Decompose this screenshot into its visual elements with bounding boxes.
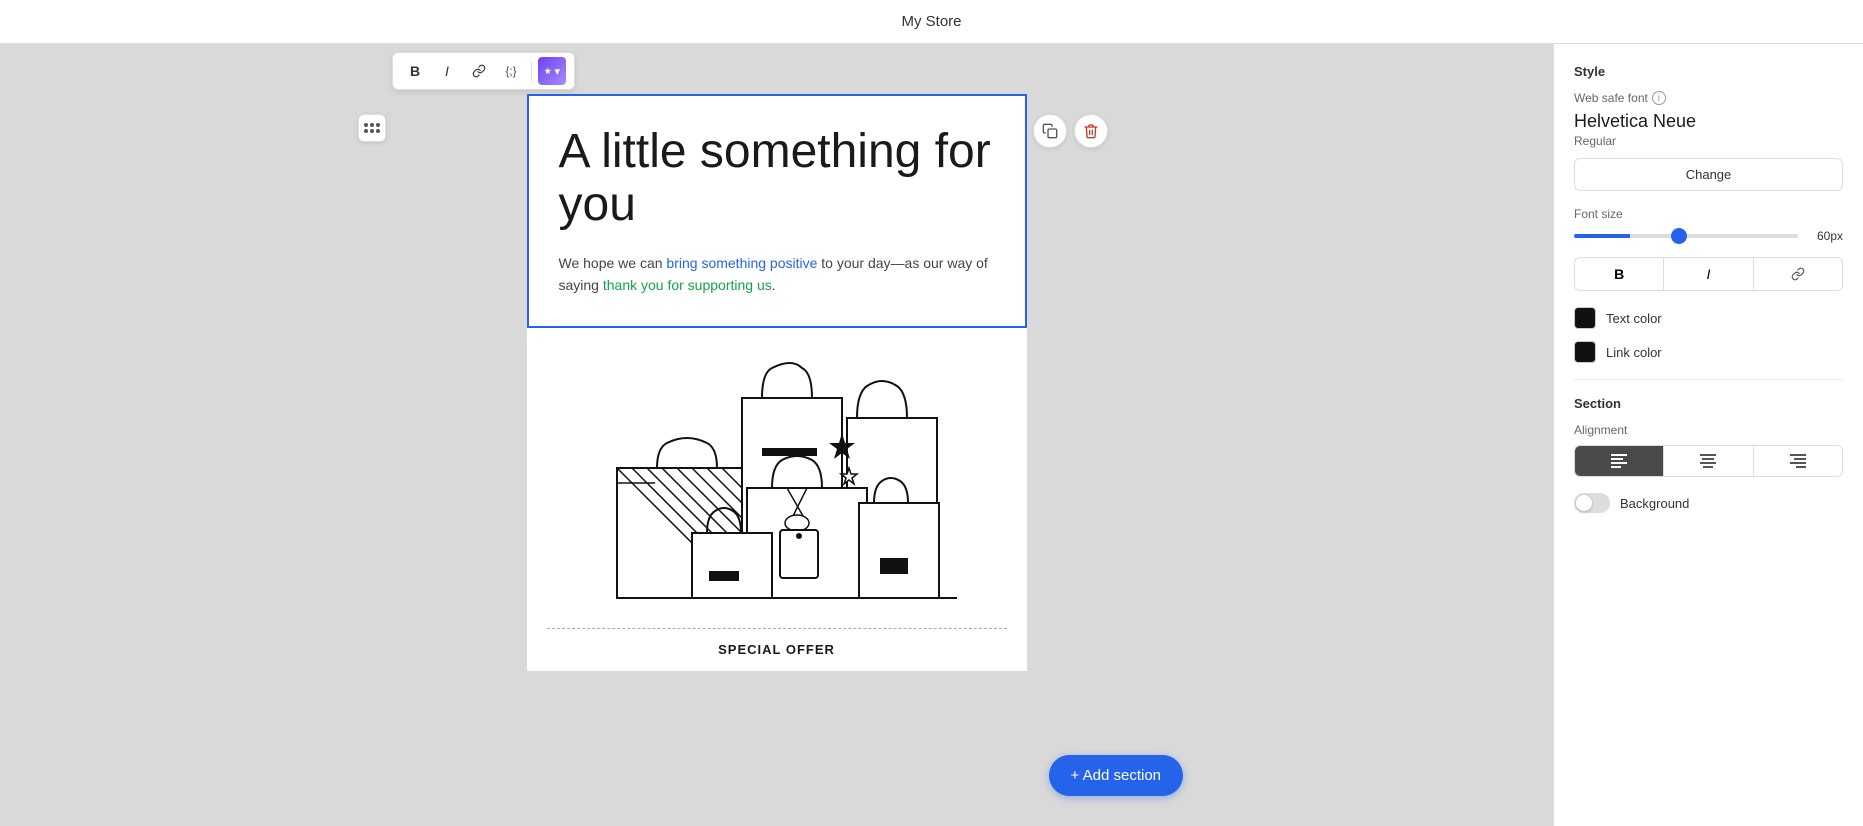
- bold-option-btn[interactable]: B: [1575, 258, 1664, 290]
- italic-option-btn[interactable]: I: [1664, 258, 1753, 290]
- special-offer-section: SPECIAL OFFER: [527, 629, 1027, 671]
- link-option-btn[interactable]: [1754, 258, 1842, 290]
- right-panel: Style Web safe font i Helvetica Neue Reg…: [1553, 44, 1863, 826]
- alignment-options: [1574, 445, 1843, 477]
- align-center-btn[interactable]: [1664, 446, 1753, 476]
- format-options: B I: [1574, 257, 1843, 291]
- link-color-label: Link color: [1606, 345, 1662, 360]
- duplicate-btn[interactable]: [1033, 114, 1067, 148]
- variable-toolbar-btn[interactable]: {;}: [497, 57, 525, 85]
- align-left-btn[interactable]: [1575, 446, 1664, 476]
- highlight-bring: bring something positive: [666, 255, 817, 271]
- text-color-row: Text color: [1574, 307, 1843, 329]
- store-title: My Store: [901, 13, 961, 30]
- background-row: Background: [1574, 493, 1843, 513]
- text-section[interactable]: A little something for you We hope we ca…: [527, 94, 1027, 328]
- italic-toolbar-btn[interactable]: I: [433, 57, 461, 85]
- special-offer-text: SPECIAL OFFER: [718, 642, 835, 657]
- background-label: Background: [1620, 496, 1689, 511]
- add-section-button[interactable]: + Add section: [1049, 755, 1183, 796]
- text-color-label: Text color: [1606, 311, 1662, 326]
- font-weight-label: Regular: [1574, 134, 1843, 148]
- style-section-title: Style: [1574, 64, 1843, 79]
- link-toolbar-btn[interactable]: [465, 57, 493, 85]
- main-heading: A little something for you: [559, 126, 995, 232]
- background-toggle[interactable]: [1574, 493, 1610, 513]
- top-bar: My Store: [0, 0, 1863, 44]
- main-layout: B I {;} ▾: [0, 44, 1863, 826]
- alignment-label: Alignment: [1574, 423, 1843, 437]
- bold-toolbar-btn[interactable]: B: [401, 57, 429, 85]
- font-size-slider[interactable]: [1574, 234, 1798, 238]
- text-color-swatch[interactable]: [1574, 307, 1596, 329]
- info-icon[interactable]: i: [1652, 91, 1666, 105]
- image-section: [527, 328, 1027, 628]
- font-size-value: 60px: [1808, 229, 1843, 243]
- slider-row: 60px: [1574, 229, 1843, 243]
- email-canvas: A little something for you We hope we ca…: [527, 94, 1027, 671]
- highlight-thank: thank you for supporting us: [603, 277, 772, 293]
- toolbar-divider: [531, 61, 532, 81]
- panel-divider: [1574, 379, 1843, 380]
- drag-dots: [364, 123, 380, 133]
- shopping-bags-illustration: [587, 348, 967, 608]
- format-toolbar: B I {;} ▾: [392, 52, 575, 90]
- link-color-row: Link color: [1574, 341, 1843, 363]
- canvas-area: B I {;} ▾: [0, 44, 1553, 826]
- magic-toolbar-btn[interactable]: ▾: [538, 57, 566, 85]
- font-size-label: Font size: [1574, 207, 1843, 221]
- drag-handle[interactable]: [358, 114, 386, 142]
- delete-btn[interactable]: [1074, 114, 1108, 148]
- section-title: Section: [1574, 396, 1843, 411]
- align-right-btn[interactable]: [1754, 446, 1842, 476]
- change-font-button[interactable]: Change: [1574, 158, 1843, 191]
- font-name: Helvetica Neue: [1574, 111, 1843, 132]
- link-color-swatch[interactable]: [1574, 341, 1596, 363]
- web-safe-label: Web safe font i: [1574, 91, 1843, 105]
- sub-text: We hope we can bring something positive …: [559, 252, 995, 297]
